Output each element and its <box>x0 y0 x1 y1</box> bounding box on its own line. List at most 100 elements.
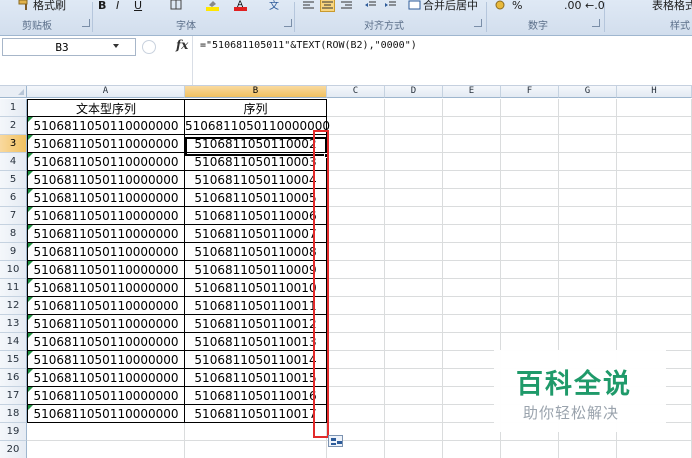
cell-b16[interactable]: 5106811050110015 <box>185 369 327 387</box>
cell-f7[interactable] <box>501 207 559 225</box>
cell-a2[interactable]: 5106811050110000000 <box>27 117 185 135</box>
cell-c16[interactable] <box>327 369 385 387</box>
row-header-9[interactable]: 9 <box>0 243 27 261</box>
cell-h8[interactable] <box>617 225 692 243</box>
row-header-3[interactable]: 3 <box>0 135 27 153</box>
cell-c9[interactable] <box>327 243 385 261</box>
cell-h14[interactable] <box>617 333 692 351</box>
phonetic-button[interactable]: 文 <box>268 0 281 12</box>
cell-a4[interactable]: 5106811050110000000 <box>27 153 185 171</box>
cell-d14[interactable] <box>385 333 443 351</box>
cell-c15[interactable] <box>327 351 385 369</box>
cell-d16[interactable] <box>385 369 443 387</box>
format-painter-button[interactable]: 格式刷 <box>18 0 66 12</box>
column-header-c[interactable]: C <box>327 86 385 98</box>
cell-h9[interactable] <box>617 243 692 261</box>
cell-c14[interactable] <box>327 333 385 351</box>
formula-bar-handle-icon[interactable] <box>142 40 156 54</box>
cell-d18[interactable] <box>385 405 443 423</box>
cell-f12[interactable] <box>501 297 559 315</box>
cell-e1[interactable] <box>443 99 501 117</box>
cell-f6[interactable] <box>501 189 559 207</box>
column-header-d[interactable]: D <box>385 86 443 98</box>
cell-f11[interactable] <box>501 279 559 297</box>
cell-d3[interactable] <box>385 135 443 153</box>
cell-g8[interactable] <box>559 225 617 243</box>
cell-h7[interactable] <box>617 207 692 225</box>
row-header-12[interactable]: 12 <box>0 297 27 315</box>
cell-h12[interactable] <box>617 297 692 315</box>
cell-h1[interactable] <box>617 99 692 117</box>
row-header-11[interactable]: 11 <box>0 279 27 297</box>
cell-f2[interactable] <box>501 117 559 135</box>
cell-h20[interactable] <box>617 441 692 458</box>
row-header-19[interactable]: 19 <box>0 423 27 441</box>
cell-g11[interactable] <box>559 279 617 297</box>
cell-f13[interactable] <box>501 315 559 333</box>
row-header-20[interactable]: 20 <box>0 441 27 458</box>
cell-a6[interactable]: 5106811050110000000 <box>27 189 185 207</box>
cell-b2[interactable]: 5106811050110000000 <box>185 117 330 135</box>
italic-button[interactable]: I <box>116 0 119 12</box>
cell-g10[interactable] <box>559 261 617 279</box>
cell-e19[interactable] <box>443 423 501 441</box>
cell-e5[interactable] <box>443 171 501 189</box>
cell-c11[interactable] <box>327 279 385 297</box>
clipboard-launcher-icon[interactable] <box>82 19 90 27</box>
cell-c17[interactable] <box>327 387 385 405</box>
cell-g14[interactable] <box>559 333 617 351</box>
cell-e13[interactable] <box>443 315 501 333</box>
cell-a12[interactable]: 5106811050110000000 <box>27 297 185 315</box>
bold-button[interactable]: B <box>98 0 106 12</box>
cell-e8[interactable] <box>443 225 501 243</box>
cell-a14[interactable]: 5106811050110000000 <box>27 333 185 351</box>
number-launcher-icon[interactable] <box>592 19 600 27</box>
cell-b5[interactable]: 5106811050110004 <box>185 171 327 189</box>
cell-b15[interactable]: 5106811050110014 <box>185 351 327 369</box>
cell-d15[interactable] <box>385 351 443 369</box>
cell-c3[interactable] <box>327 135 385 153</box>
font-color-button[interactable]: A <box>234 0 247 12</box>
row-header-18[interactable]: 18 <box>0 405 27 423</box>
cell-f20[interactable] <box>501 441 559 458</box>
formula-input[interactable]: ="510681105011"&TEXT(ROW(B2),"0000") <box>200 40 417 51</box>
cell-e7[interactable] <box>443 207 501 225</box>
cell-e3[interactable] <box>443 135 501 153</box>
fill-color-button[interactable] <box>206 0 219 12</box>
row-header-4[interactable]: 4 <box>0 153 27 171</box>
cell-d2[interactable] <box>385 117 443 135</box>
cell-d11[interactable] <box>385 279 443 297</box>
name-box[interactable]: B3 <box>2 38 136 56</box>
cell-c13[interactable] <box>327 315 385 333</box>
cell-d17[interactable] <box>385 387 443 405</box>
cell-g9[interactable] <box>559 243 617 261</box>
row-header-13[interactable]: 13 <box>0 315 27 333</box>
cell-a5[interactable]: 5106811050110000000 <box>27 171 185 189</box>
cell-a13[interactable]: 5106811050110000000 <box>27 315 185 333</box>
cell-e4[interactable] <box>443 153 501 171</box>
cell-d20[interactable] <box>385 441 443 458</box>
align-right-button[interactable] <box>340 0 353 12</box>
cell-c18[interactable] <box>327 405 385 423</box>
cell-d5[interactable] <box>385 171 443 189</box>
chevron-down-icon[interactable] <box>113 44 119 48</box>
cell-e9[interactable] <box>443 243 501 261</box>
cell-h6[interactable] <box>617 189 692 207</box>
cell-e20[interactable] <box>443 441 501 458</box>
cell-f9[interactable] <box>501 243 559 261</box>
cell-b18[interactable]: 5106811050110017 <box>185 405 327 423</box>
cell-g13[interactable] <box>559 315 617 333</box>
cell-h4[interactable] <box>617 153 692 171</box>
insert-function-button[interactable]: fx <box>176 38 188 52</box>
row-header-2[interactable]: 2 <box>0 117 27 135</box>
row-header-15[interactable]: 15 <box>0 351 27 369</box>
cell-a16[interactable]: 5106811050110000000 <box>27 369 185 387</box>
cell-a1[interactable]: 文本型序列 <box>27 99 185 117</box>
cell-c5[interactable] <box>327 171 385 189</box>
cell-d13[interactable] <box>385 315 443 333</box>
cell-a7[interactable]: 5106811050110000000 <box>27 207 185 225</box>
table-format-button[interactable]: 表格格式 <box>652 0 692 12</box>
cell-f8[interactable] <box>501 225 559 243</box>
cell-h2[interactable] <box>617 117 692 135</box>
cell-a15[interactable]: 5106811050110000000 <box>27 351 185 369</box>
